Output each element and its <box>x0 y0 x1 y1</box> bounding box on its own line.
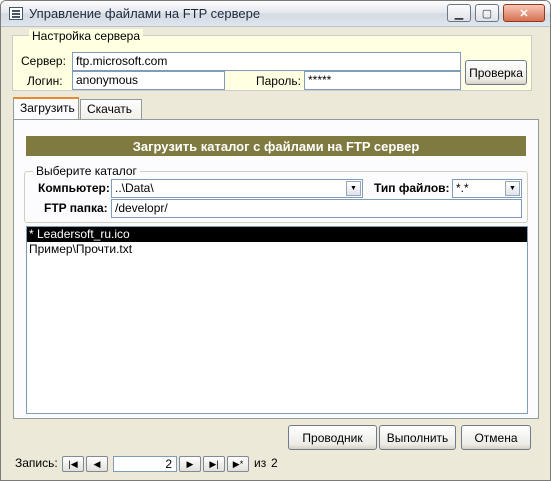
server-settings-legend: Настройка сервера <box>29 29 144 43</box>
maximize-icon[interactable]: ▢ <box>475 4 499 22</box>
chevron-down-icon[interactable]: ▼ <box>346 181 361 196</box>
chevron-down-icon[interactable]: ▼ <box>505 181 520 196</box>
login-label: Логин: <box>27 74 63 88</box>
app-icon <box>9 7 23 20</box>
last-record-icon[interactable]: ▶| <box>203 456 225 472</box>
window-title: Управление файлами на FTP сервере <box>29 6 261 21</box>
password-label: Пароль: <box>256 74 301 88</box>
upload-panel: Загрузить каталог с файлами на FTP серве… <box>13 119 539 419</box>
select-directory-legend: Выберите каталог <box>33 164 140 178</box>
check-button[interactable]: Проверка <box>465 60 527 85</box>
first-record-icon[interactable]: |◀ <box>62 456 84 472</box>
server-settings-section: Настройка сервера Сервер: ftp.microsoft.… <box>12 29 532 91</box>
record-total: 2 <box>271 456 278 470</box>
new-record-icon[interactable]: ▶* <box>227 456 249 472</box>
prev-record-icon[interactable]: ◀ <box>86 456 108 472</box>
tab-download[interactable]: Скачать <box>80 99 142 119</box>
server-label: Сервер: <box>21 54 66 68</box>
computer-combo[interactable]: ..\Data\ ▼ <box>111 179 363 198</box>
cancel-button[interactable]: Отмена <box>461 425 531 450</box>
computer-combo-value: ..\Data\ <box>115 181 154 195</box>
title-bar: Управление файлами на FTP сервере ▁ ▢ ✕ <box>1 1 550 27</box>
record-number-field[interactable]: 2 <box>113 456 177 472</box>
record-of-label: из <box>254 456 267 470</box>
explorer-button[interactable]: Проводник <box>288 425 377 450</box>
list-item[interactable]: * Leadersoft_ru.ico <box>27 227 527 242</box>
select-directory-group: Выберите каталог Компьютер: ..\Data\ ▼ Т… <box>24 164 528 223</box>
close-icon[interactable]: ✕ <box>503 4 545 22</box>
upload-banner: Загрузить каталог с файлами на FTP серве… <box>26 136 526 156</box>
filetype-label: Тип файлов: <box>374 181 450 195</box>
execute-button[interactable]: Выполнить <box>379 425 456 450</box>
password-field[interactable]: ***** <box>304 71 461 90</box>
record-label: Запись: <box>15 456 58 470</box>
ftp-folder-field[interactable]: /developr/ <box>111 199 522 218</box>
ftp-folder-label: FTP папка: <box>44 201 108 215</box>
minimize-icon[interactable]: ▁ <box>447 4 471 22</box>
computer-label: Компьютер: <box>38 181 110 195</box>
file-list[interactable]: * Leadersoft_ru.ico Пример\Прочти.txt <box>26 226 528 414</box>
login-field[interactable]: anonymous <box>72 71 225 90</box>
tab-upload[interactable]: Загрузить <box>13 97 79 119</box>
filetype-combo[interactable]: *.* ▼ <box>452 179 522 198</box>
list-item[interactable]: Пример\Прочти.txt <box>27 242 527 257</box>
next-record-icon[interactable]: ▶ <box>179 456 201 472</box>
server-field[interactable]: ftp.microsoft.com <box>72 52 461 71</box>
ftp-manager-window: Управление файлами на FTP сервере ▁ ▢ ✕ … <box>0 0 551 481</box>
filetype-combo-value: *.* <box>456 181 469 195</box>
